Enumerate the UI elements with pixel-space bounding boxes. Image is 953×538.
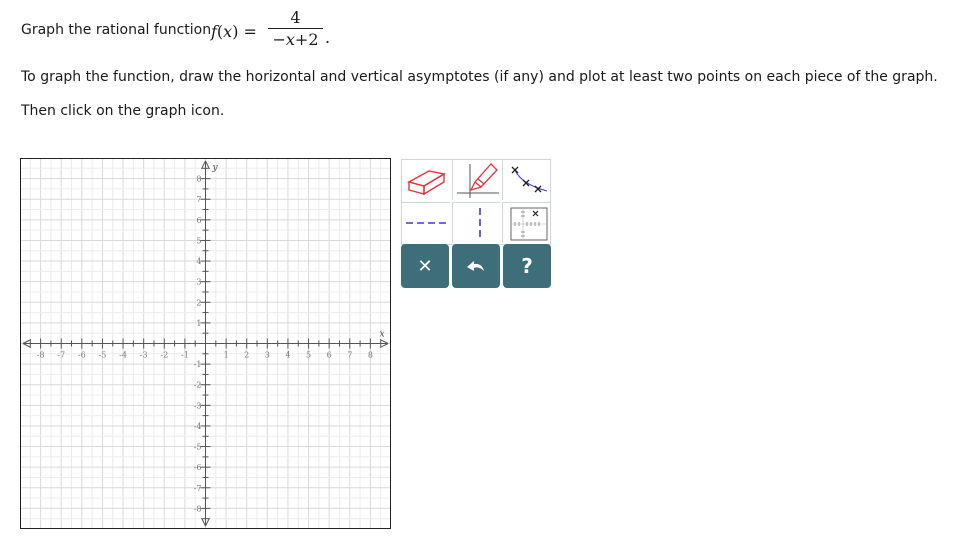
- x-tick-label: 8: [368, 351, 373, 360]
- y-tick-label: 5: [196, 236, 201, 245]
- question-prompt: Graph the rational function: [21, 22, 211, 38]
- x-tick-label: 1: [224, 351, 229, 360]
- y-tick-label: -7: [194, 484, 202, 493]
- x-tick-label: -2: [160, 351, 168, 360]
- y-tick-label: -3: [194, 401, 202, 410]
- denominator: −x+2: [272, 30, 319, 49]
- x-tick-label: -7: [57, 351, 65, 360]
- y-tick-label: -4: [194, 422, 202, 431]
- y-tick-label: -6: [194, 463, 202, 472]
- x-tick-label: 5: [306, 351, 311, 360]
- x-tick-label: 6: [327, 351, 332, 360]
- y-tick-label: 3: [196, 278, 201, 287]
- x-tick-label: -4: [119, 351, 127, 360]
- x-tick-label: -8: [37, 351, 45, 360]
- help-button[interactable]: ?: [503, 244, 551, 288]
- period: .: [325, 28, 331, 47]
- y-tick-label: -1: [194, 360, 202, 369]
- undo-icon: [467, 261, 484, 271]
- eraser-tool-button[interactable]: [402, 160, 450, 200]
- tool-palette: ✕ ?: [401, 159, 551, 289]
- line-draw-tool-button[interactable]: [452, 160, 500, 200]
- function-variable: x: [223, 22, 233, 41]
- undo-button[interactable]: [452, 244, 500, 288]
- vertical-asymptote-tool-button[interactable]: [452, 202, 500, 243]
- y-tick-label: -8: [194, 504, 202, 513]
- graph-canvas[interactable]: -8 -7 -6 -5 -4 -3 -2 -1 1 2 3 4 5 6 7 8 8 7 6 5 4 3 2 1 -1 -2 -3 -4…: [20, 158, 391, 529]
- x-tick-label: 4: [285, 351, 290, 360]
- y-axis-label: y: [212, 163, 219, 173]
- y-tick-label: 8: [196, 175, 201, 184]
- eraser-icon: [407, 170, 446, 196]
- pencil-line-icon: [457, 163, 499, 198]
- instruction-text-2: Then click on the graph icon.: [21, 103, 225, 119]
- y-tick-label: -2: [194, 381, 202, 390]
- clear-button[interactable]: ✕: [401, 244, 449, 288]
- vertical-dashed-line-icon: [479, 208, 481, 241]
- help-icon: ?: [521, 254, 533, 278]
- x-tick-label: -6: [78, 351, 86, 360]
- x-tick-label: 7: [347, 351, 352, 360]
- y-tick-label: 7: [196, 195, 201, 204]
- x-tick-label: 3: [265, 351, 270, 360]
- horizontal-dashed-line-icon: [406, 222, 448, 224]
- fraction: 4 −x+2: [268, 8, 323, 51]
- y-tick-label: 2: [196, 298, 201, 307]
- x-tick-label: 2: [244, 351, 249, 360]
- function-expression: f(x) = 4 −x+2 .: [211, 8, 331, 51]
- x-axis-label: x: [379, 330, 384, 340]
- x-tick-label: -3: [140, 351, 148, 360]
- equals-sign: =: [243, 22, 257, 41]
- graph-icon: [510, 207, 548, 241]
- instruction-text: To graph the function, draw the horizont…: [21, 69, 938, 85]
- y-tick-label: 6: [196, 216, 201, 225]
- y-tick-label: 1: [196, 319, 201, 328]
- plot-points-tool-button[interactable]: [502, 160, 550, 200]
- horizontal-asymptote-tool-button[interactable]: [402, 202, 450, 243]
- plot-points-icon: [511, 166, 548, 193]
- close-icon: ✕: [417, 255, 433, 277]
- graph-icon-button[interactable]: [502, 202, 550, 243]
- y-tick-label: 4: [196, 257, 201, 266]
- numerator: 4: [290, 8, 301, 27]
- x-tick-label: -5: [99, 351, 107, 360]
- x-tick-label: -1: [181, 351, 189, 360]
- y-tick-label: -5: [194, 443, 202, 452]
- question-prefix: Graph the rational function: [21, 22, 212, 38]
